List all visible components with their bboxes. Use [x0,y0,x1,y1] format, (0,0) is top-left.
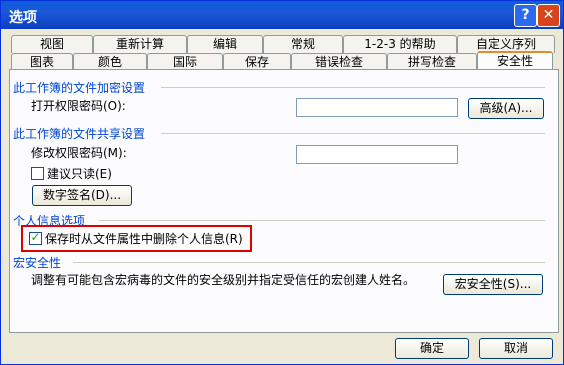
tab-view[interactable]: 视图 [11,35,93,53]
advanced-button[interactable]: 高级(A)... [468,98,544,119]
macro-security-button[interactable]: 宏安全性(S)... [443,274,543,295]
digital-signature-button[interactable]: 数字签名(D)... [32,185,132,206]
tab-edit[interactable]: 编辑 [187,35,263,53]
macro-group-title: 宏安全性 [13,256,62,270]
readonly-label: 建议只读(E) [47,167,112,181]
title-bar: 选项 ? ✕ [1,1,563,29]
cancel-button[interactable]: 取消 [479,338,553,359]
ok-button[interactable]: 确定 [395,338,469,359]
help-icon[interactable]: ? [514,4,537,27]
window-title: 选项 [9,10,37,26]
modify-password-label: 修改权限密码(M): [31,146,127,160]
remove-personal-info-checkbox[interactable]: ✓ [29,230,42,245]
remove-personal-info-label: 保存时从文件属性中删除个人信息(R) [45,232,243,246]
open-password-input[interactable] [296,98,458,117]
tab-123-help[interactable]: 1-2-3 的帮助 [343,35,457,53]
encrypt-group-title: 此工作簿的文件加密设置 [13,81,146,95]
check-icon: ✓ [30,230,41,244]
tab-general[interactable]: 常规 [263,35,343,53]
close-icon[interactable]: ✕ [537,4,560,27]
modify-password-input[interactable] [296,145,458,164]
open-password-label: 打开权限密码(O): [31,99,126,113]
tab-calculation[interactable]: 重新计算 [93,35,187,53]
share-group-title: 此工作簿的文件共享设置 [13,127,146,141]
macro-description: 调整有可能包含宏病毒的文件的安全级别并指定受信任的宏创建人姓名。 [31,273,416,287]
readonly-checkbox[interactable] [31,167,44,180]
options-dialog: 选项 ? ✕ 视图 重新计算 编辑 常规 1-2-3 的帮助 自定义序列 图表 … [0,0,564,365]
